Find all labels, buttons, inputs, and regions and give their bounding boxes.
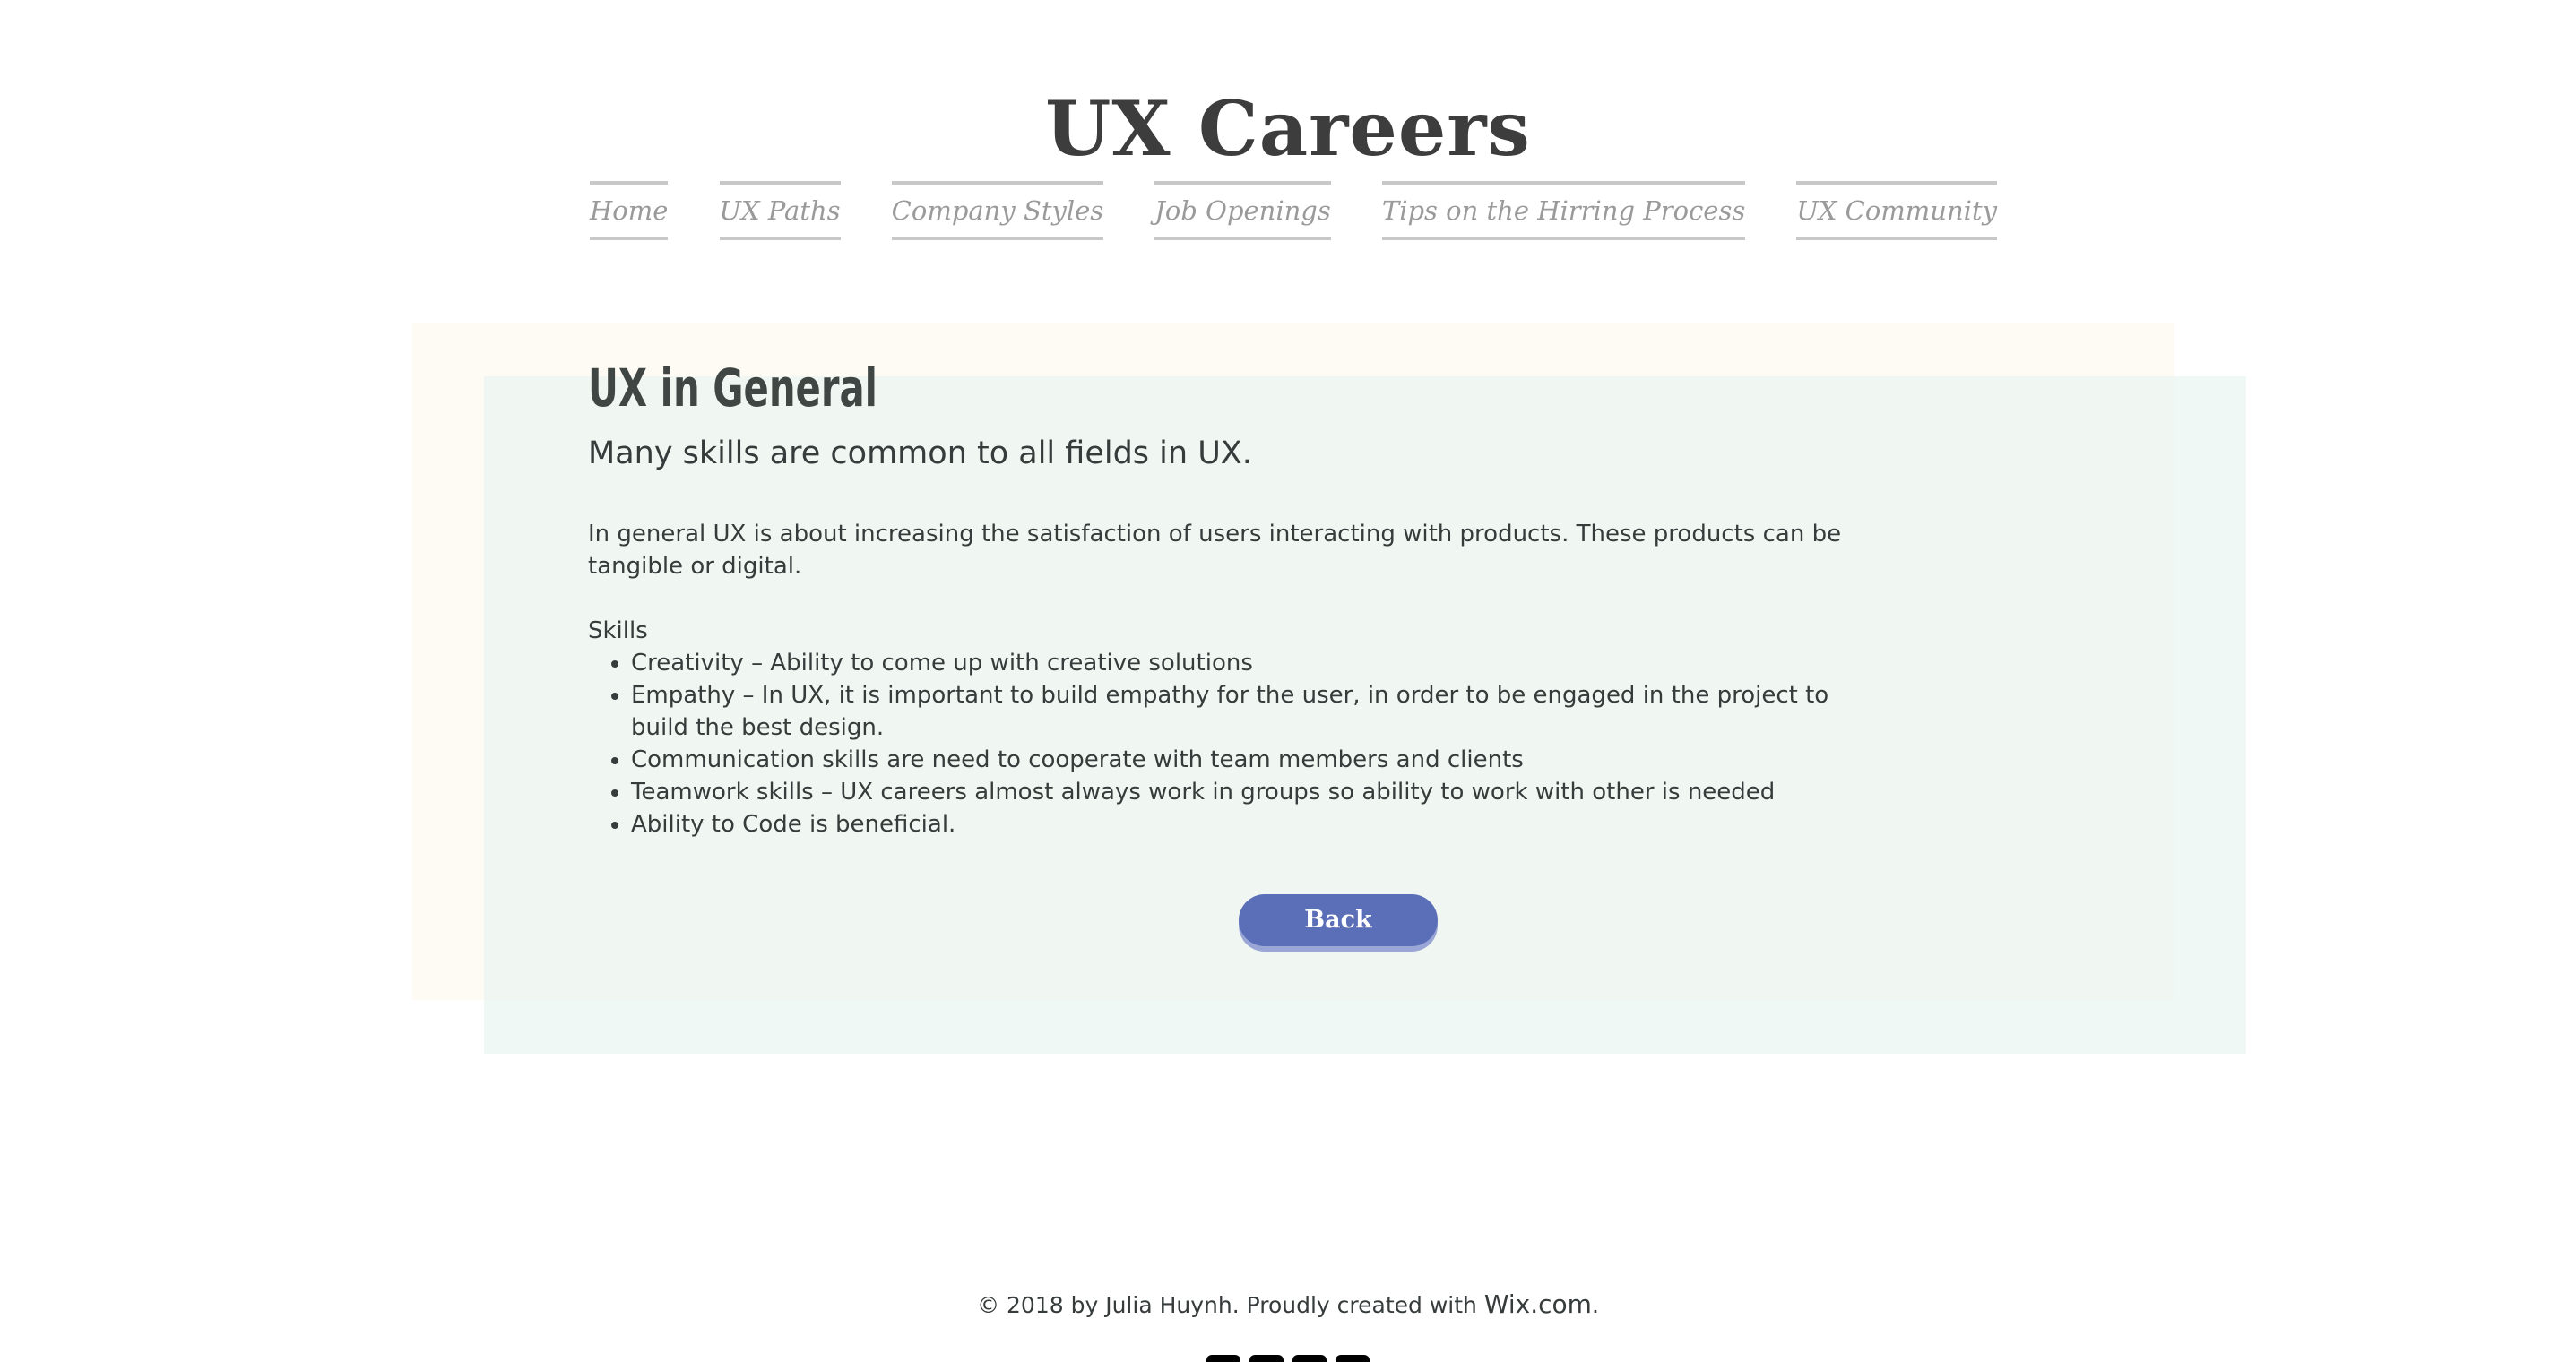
wix-link[interactable]: Wix.com (1484, 1289, 1592, 1319)
nav-item-company-styles[interactable]: Company Styles (891, 181, 1104, 240)
main-nav: Home UX Paths Company Styles Job Opening… (590, 181, 1997, 240)
intro-paragraph: In general UX is about increasing the sa… (588, 521, 1842, 580)
section-subtitle: Many skills are common to all fields in … (588, 435, 1252, 471)
footer: © 2018 by Julia Huynh. Proudly created w… (0, 1289, 2576, 1322)
social-icon-3[interactable] (1292, 1355, 1327, 1362)
social-icon-4[interactable] (1336, 1355, 1370, 1362)
skills-list: Creativity – Ability to come up with cre… (588, 647, 1888, 840)
footer-copyright: © 2018 by Julia Huynh. Proudly created w… (977, 1292, 1484, 1318)
skill-item-coding: Ability to Code is beneficial. (631, 808, 1888, 840)
nav-item-ux-paths[interactable]: UX Paths (719, 181, 841, 240)
back-button[interactable]: Back (1239, 894, 1438, 946)
footer-suffix: . (1591, 1292, 1599, 1318)
skill-item-creativity: Creativity – Ability to come up with cre… (631, 647, 1888, 679)
skill-item-teamwork: Teamwork skills – UX careers almost alwa… (631, 776, 1888, 808)
social-icon-2[interactable] (1249, 1355, 1284, 1362)
site-title: UX Careers (1045, 84, 1531, 173)
nav-item-hiring-tips[interactable]: Tips on the Hirring Process (1381, 181, 1746, 240)
skills-heading: Skills (588, 617, 648, 644)
content-section: UX in General Many skills are common to … (588, 348, 1888, 840)
nav-item-ux-community[interactable]: UX Community (1796, 181, 1997, 240)
nav-item-home[interactable]: Home (590, 181, 669, 240)
nav-item-job-openings[interactable]: Job Openings (1154, 181, 1331, 240)
skill-item-communication: Communication skills are need to coopera… (631, 744, 1888, 776)
section-title: UX in General (588, 358, 877, 418)
skill-item-empathy: Empathy – In UX, it is important to buil… (631, 679, 1888, 744)
social-icon-1[interactable] (1206, 1355, 1240, 1362)
social-bar (1206, 1355, 1370, 1362)
